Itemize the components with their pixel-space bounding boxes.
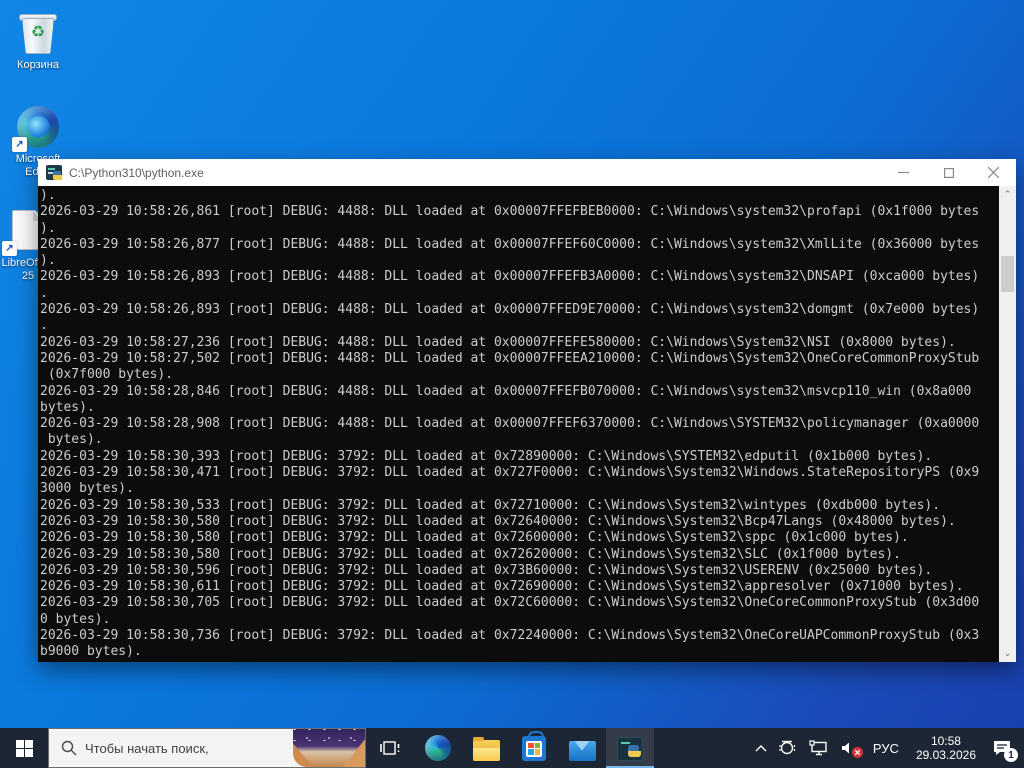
console-line: 2026-03-29 10:58:27,236 [root] DEBUG: 44… — [40, 334, 956, 350]
window-title: C:\Python310\python.exe — [69, 165, 204, 180]
edge-icon — [425, 735, 451, 761]
task-view-button[interactable] — [366, 728, 414, 768]
python-console-icon — [617, 736, 643, 761]
console-line: bytes). — [40, 432, 103, 448]
recycle-bin-icon: ♻ — [14, 10, 62, 56]
meet-now-icon — [779, 740, 795, 755]
console-line: 2026-03-29 10:58:30,736 [root] DEBUG: 37… — [40, 628, 980, 644]
meet-now-button[interactable] — [773, 728, 803, 768]
console-line: 2026-03-29 10:58:26,877 [root] DEBUG: 44… — [40, 236, 980, 252]
task-view-icon — [380, 741, 400, 755]
close-button[interactable] — [971, 159, 1016, 186]
python-console-icon — [46, 165, 62, 180]
taskbar-edge-button[interactable] — [414, 728, 462, 768]
console-line: 2026-03-29 10:58:30,596 [root] DEBUG: 37… — [40, 562, 933, 578]
mute-badge-icon — [851, 747, 863, 758]
console-line: 2026-03-29 10:58:26,893 [root] DEBUG: 44… — [40, 302, 980, 318]
console-line: 2026-03-29 10:58:30,533 [root] DEBUG: 37… — [40, 497, 941, 513]
edge-icon: ↗ — [12, 104, 62, 152]
minimize-button[interactable] — [881, 159, 926, 186]
console-line: ). — [40, 220, 56, 236]
taskbar-python-console-button[interactable] — [606, 728, 654, 768]
clock-date: 29.03.2026 — [915, 748, 976, 762]
console-line: bytes). — [40, 399, 95, 415]
console-line: 2026-03-29 10:58:28,846 [root] DEBUG: 44… — [40, 383, 972, 399]
console-line: (0x7f000 bytes). — [40, 367, 174, 383]
console-line: 3000 bytes). — [40, 481, 134, 497]
console-line: 2026-03-29 10:58:26,893 [root] DEBUG: 44… — [40, 269, 980, 285]
console-line: 2026-03-29 10:58:30,611 [root] DEBUG: 37… — [40, 579, 964, 595]
taskbar: Чтобы начать поиск, РУС 10:58 29.03.2026… — [0, 728, 1024, 768]
maximize-button[interactable] — [926, 159, 971, 186]
scroll-up-arrow-icon[interactable]: ⌃ — [999, 186, 1016, 203]
shortcut-arrow-icon: ↗ — [12, 137, 27, 152]
shortcut-arrow-icon: ↗ — [2, 241, 17, 256]
console-line: 2026-03-29 10:58:30,580 [root] DEBUG: 37… — [40, 530, 909, 546]
desktop: ♻ Корзина ↗ Microsoft Edge ↗ LibreOffice… — [0, 0, 1024, 768]
console-line: 2026-03-29 10:58:30,580 [root] DEBUG: 37… — [40, 513, 956, 529]
scroll-down-arrow-icon[interactable]: ⌄ — [999, 645, 1016, 662]
scrollbar-thumb[interactable] — [1001, 256, 1014, 292]
microsoft-store-icon — [522, 730, 546, 761]
action-center-button[interactable]: 1 — [984, 728, 1024, 768]
search-icon — [61, 740, 77, 756]
taskbar-file-explorer-button[interactable] — [462, 728, 510, 768]
scrollbar[interactable]: ⌃ ⌄ — [999, 186, 1016, 662]
console-line: 2026-03-29 10:58:30,705 [root] DEBUG: 37… — [40, 595, 980, 611]
file-explorer-icon — [472, 736, 500, 761]
mail-icon — [568, 740, 596, 761]
console-line: b9000 bytes). — [40, 644, 142, 660]
search-highlight-image[interactable] — [293, 729, 365, 767]
chevron-up-icon — [755, 745, 767, 752]
console-line: ). — [40, 188, 56, 203]
clock[interactable]: 10:58 29.03.2026 — [908, 734, 984, 762]
network-icon — [809, 740, 827, 756]
search-placeholder: Чтобы начать поиск, — [85, 740, 209, 756]
console-line: 2026-03-29 10:58:30,393 [root] DEBUG: 37… — [40, 448, 933, 464]
start-button[interactable] — [0, 728, 48, 768]
volume-button[interactable] — [834, 728, 864, 768]
console-line: 0 bytes). — [40, 611, 111, 627]
windows-logo-icon — [15, 739, 33, 757]
desktop-icon-recycle-bin[interactable]: ♻ Корзина — [0, 10, 76, 72]
taskbar-store-button[interactable] — [510, 728, 558, 768]
notification-badge: 1 — [1004, 748, 1018, 762]
taskbar-search-input[interactable]: Чтобы начать поиск, — [48, 728, 366, 768]
console-line: ). — [40, 253, 56, 269]
console-line: 2026-03-29 10:58:28,908 [root] DEBUG: 44… — [40, 416, 980, 432]
window-titlebar[interactable]: C:\Python310\python.exe — [38, 159, 1016, 186]
console-output: ). 2026-03-29 10:58:26,861 [root] DEBUG: … — [38, 186, 999, 662]
recycle-bin-label: Корзина — [17, 59, 59, 71]
console-window: C:\Python310\python.exe ). 2026-03-29 10:… — [38, 159, 1016, 662]
console-line: 2026-03-29 10:58:27,502 [root] DEBUG: 44… — [40, 350, 980, 366]
console-line: 2026-03-29 10:58:30,471 [root] DEBUG: 37… — [40, 465, 980, 481]
console-line: . — [40, 285, 48, 301]
console-line: . — [40, 318, 48, 334]
console-line: 2026-03-29 10:58:30,580 [root] DEBUG: 37… — [40, 546, 901, 562]
language-indicator[interactable]: РУС — [864, 728, 908, 768]
clock-time: 10:58 — [930, 734, 961, 748]
taskbar-mail-button[interactable] — [558, 728, 606, 768]
hidden-icons-button[interactable] — [749, 728, 773, 768]
network-button[interactable] — [803, 728, 834, 768]
console-line: 2026-03-29 10:58:26,861 [root] DEBUG: 44… — [40, 204, 980, 220]
